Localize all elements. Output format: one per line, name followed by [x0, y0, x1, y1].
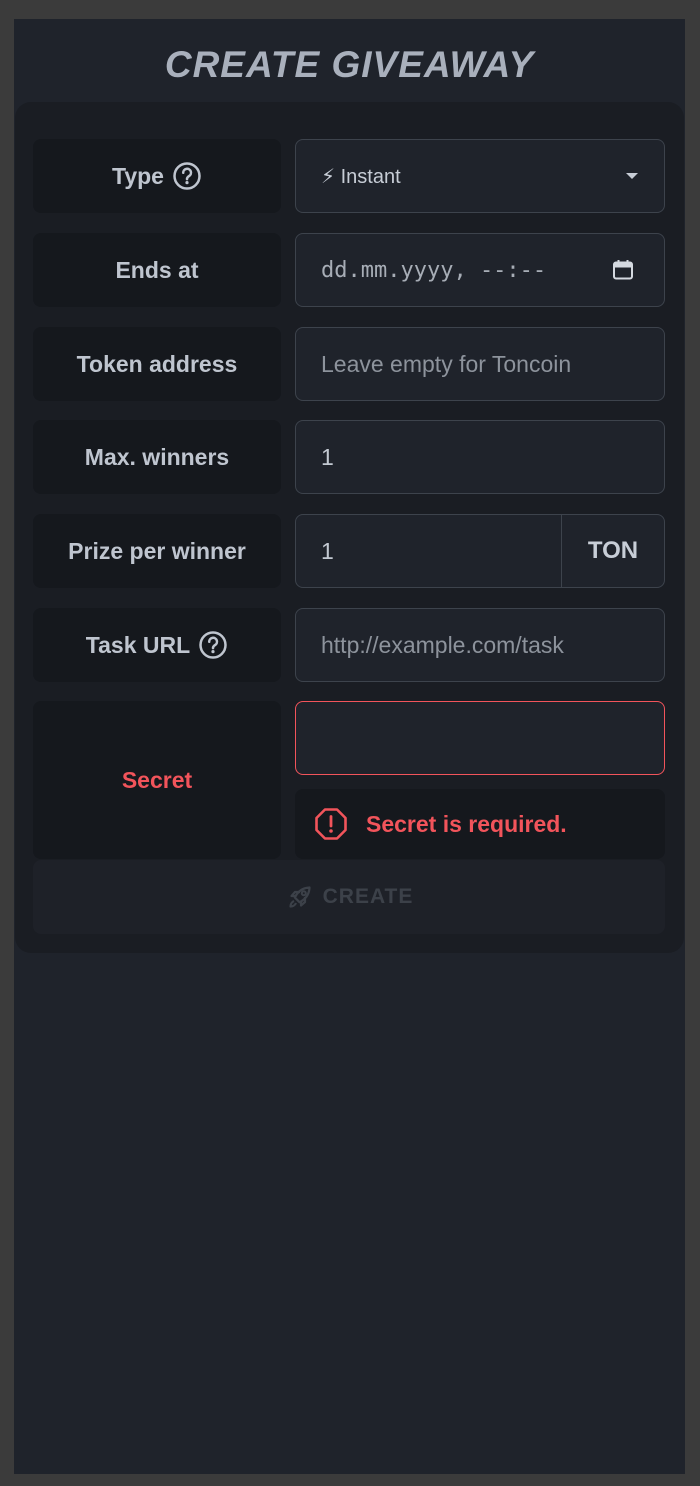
task-url-label: Task URL [85, 631, 191, 658]
max-winners-input[interactable]: 1 [295, 420, 665, 494]
type-select-value: ⚡ Instant [321, 165, 401, 188]
prize-per-winner-label-cell: Prize per winner [33, 514, 281, 588]
caret-down-icon [626, 173, 638, 179]
type-label: Type [112, 162, 164, 189]
secret-label: Secret [121, 766, 193, 793]
prize-per-winner-input[interactable]: 1 TON [295, 514, 665, 588]
octagon-exclamation-icon [315, 808, 347, 840]
type-select[interactable]: ⚡ Instant [295, 139, 665, 213]
task-url-label-cell: Task URL [33, 608, 281, 682]
calendar-icon[interactable] [612, 259, 634, 281]
create-button-label: CREATE [322, 885, 414, 908]
rocket-icon [289, 886, 311, 908]
task-url-placeholder: http://example.com/task [321, 631, 564, 658]
question-circle-icon[interactable] [198, 630, 228, 660]
app-window: CREATE GIVEAWAY Type ⚡ Instant Ends at d… [14, 19, 685, 1474]
create-button[interactable]: CREATE [33, 860, 665, 934]
token-address-label-cell: Token address [33, 327, 281, 401]
page-title: CREATE GIVEAWAY [164, 44, 535, 85]
ends-at-placeholder: dd.mm.yyyy, --:-- [321, 257, 547, 283]
secret-error-message: Secret is required. [295, 789, 665, 859]
secret-label-cell: Secret [33, 701, 281, 859]
prize-unit-addon: TON [587, 537, 639, 564]
ends-at-label: Ends at [115, 256, 199, 283]
max-winners-label-cell: Max. winners [33, 420, 281, 494]
task-url-input[interactable]: http://example.com/task [295, 608, 665, 682]
prize-per-winner-label: Prize per winner [68, 537, 246, 564]
question-circle-icon[interactable] [172, 161, 202, 191]
token-address-placeholder: Leave empty for Toncoin [321, 350, 572, 377]
token-address-label: Token address [76, 350, 238, 377]
max-winners-value: 1 [321, 443, 334, 470]
ends-at-input[interactable]: dd.mm.yyyy, --:-- [295, 233, 665, 307]
token-address-input[interactable]: Leave empty for Toncoin [295, 327, 665, 401]
ends-at-label-cell: Ends at [33, 233, 281, 307]
secret-input[interactable] [295, 701, 665, 775]
giveaway-form: Type ⚡ Instant Ends at dd.mm.yyyy, --:-- [15, 102, 684, 953]
prize-per-winner-value: 1 [321, 537, 334, 564]
type-label-cell: Type [33, 139, 281, 213]
max-winners-label: Max. winners [84, 443, 230, 470]
secret-error-text: Secret is required. [366, 810, 567, 837]
